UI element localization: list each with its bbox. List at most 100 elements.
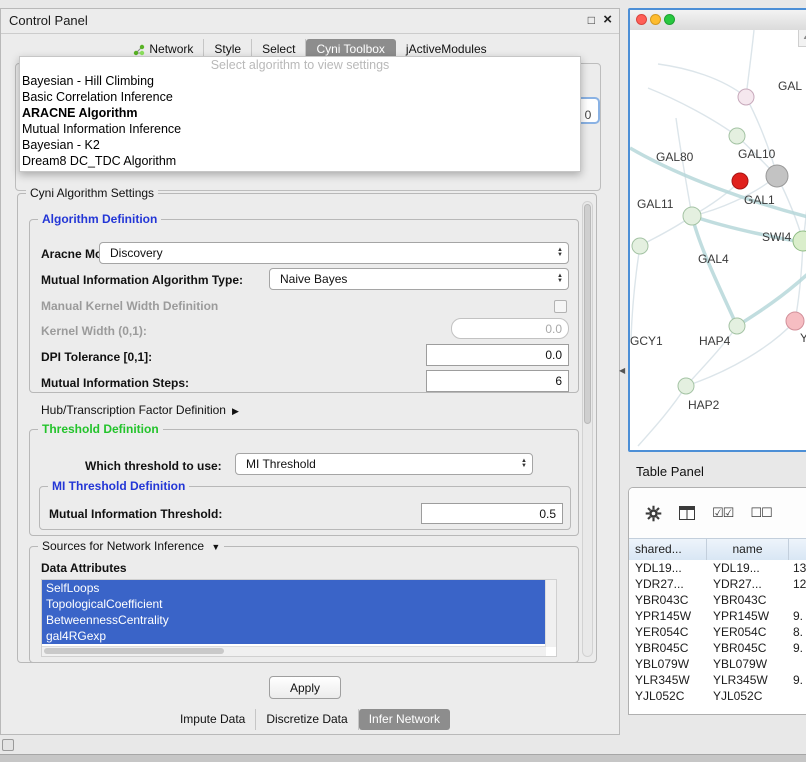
network-view-window: GALGAL80GAL10GAL11GAL1SWI4GAL4GCY1HAP4YH… [628, 8, 806, 452]
network-scrollbar-corner[interactable]: ▲ [798, 30, 806, 47]
table-cell: YPR145W [629, 608, 707, 624]
node-label: GAL11 [637, 197, 674, 211]
column-header[interactable]: shared... [629, 539, 707, 561]
network-node[interactable] [766, 165, 788, 187]
column-header[interactable] [789, 539, 806, 561]
table-cell: YBR043C [629, 592, 707, 608]
table-row[interactable]: YDL19...YDL19...13 [629, 560, 806, 576]
table-cell: YBR043C [707, 592, 789, 608]
mi-type-select[interactable]: Naive Bayes ▲▼ [269, 268, 569, 290]
mi-steps-label: Mutual Information Steps: [41, 376, 189, 391]
table-cell [789, 592, 806, 608]
dpi-tolerance-value: 0.0 [545, 348, 562, 362]
desktop: Control Panel □ × NetworkStyleSelectCyni… [0, 0, 806, 762]
data-attribute-item[interactable]: gal4RGexp [42, 628, 546, 644]
network-node-labels: GALGAL80GAL10GAL11GAL1SWI4GAL4GCY1HAP4YH… [630, 79, 806, 412]
algorithm-option[interactable]: Basic Correlation Inference [20, 89, 580, 105]
algorithm-option[interactable]: Bayesian - Hill Climbing [20, 73, 580, 89]
table-cell: YBL079W [629, 656, 707, 672]
data-attribute-item[interactable]: BetweennessCentrality [42, 612, 546, 628]
manual-kernel-checkbox[interactable] [554, 300, 567, 313]
select-all-checks-icon[interactable]: ☑☑ [712, 505, 733, 521]
attributes-hscroll-thumb[interactable] [44, 648, 224, 654]
table-row[interactable]: YER054CYER054C8. [629, 624, 806, 640]
table-row[interactable]: YBR045CYBR045C9. [629, 640, 806, 656]
bottom-tab-impute-data[interactable]: Impute Data [170, 709, 256, 730]
data-attributes-label: Data Attributes [41, 561, 127, 576]
data-attribute-item[interactable]: TopologicalCoefficient [42, 596, 546, 612]
network-node[interactable] [729, 128, 745, 144]
table-row[interactable]: YJL052CYJL052C [629, 688, 806, 704]
aracne-mode-select[interactable]: Discovery ▲▼ [99, 242, 569, 264]
mi-type-value: Naive Bayes [280, 272, 347, 286]
columns-icon[interactable] [679, 506, 695, 520]
network-canvas[interactable]: GALGAL80GAL10GAL11GAL1SWI4GAL4GCY1HAP4YH… [630, 30, 806, 450]
algorithm-option[interactable]: ARACNE Algorithm [20, 105, 580, 121]
manual-kernel-label: Manual Kernel Width Definition [41, 299, 218, 314]
table-cell: YBR045C [707, 640, 789, 656]
network-node[interactable] [729, 318, 745, 334]
clear-all-checks-icon[interactable]: ☐☐ [750, 505, 771, 521]
network-node[interactable] [632, 238, 648, 254]
mi-threshold-field[interactable]: 0.5 [421, 503, 563, 524]
table-cell: 8. [789, 624, 806, 640]
network-node[interactable] [683, 207, 701, 225]
aracne-mode-value: Discovery [110, 246, 163, 260]
float-window-icon[interactable]: □ [588, 13, 595, 27]
minimize-traffic-light[interactable] [650, 14, 661, 25]
column-header[interactable]: name [707, 539, 789, 561]
table-cell: YBR045C [629, 640, 707, 656]
table-cell [789, 688, 806, 704]
table-row[interactable]: YPR145WYPR145W9. [629, 608, 806, 624]
data-attribute-item[interactable]: SelfLoops [42, 580, 546, 596]
splitter-collapse-icon[interactable]: ◀ [619, 366, 625, 375]
dpi-tolerance-field[interactable]: 0.0 [426, 344, 569, 366]
dpi-tolerance-label: DPI Tolerance [0,1]: [41, 350, 152, 365]
algorithm-option[interactable]: Dream8 DC_TDC Algorithm [20, 153, 580, 169]
network-node[interactable] [793, 231, 806, 251]
table-panel-window: ☑☑ ☐☐ shared...name YDL19...YDL19...13YD… [628, 487, 806, 715]
zoom-traffic-light[interactable] [664, 14, 675, 25]
cyni-settings-legend: Cyni Algorithm Settings [26, 186, 158, 201]
node-label: HAP4 [699, 334, 731, 348]
tab-label: Infer Network [369, 709, 440, 730]
collapsed-arrow-icon: ▶ [232, 406, 239, 416]
settings-scrollbar[interactable] [582, 201, 593, 657]
network-node[interactable] [732, 173, 748, 189]
settings-scrollbar-thumb[interactable] [584, 204, 591, 424]
bottom-tab-infer-network[interactable]: Infer Network [359, 709, 450, 730]
attributes-vertical-scrollbar[interactable] [545, 580, 556, 647]
control-panel-window: Control Panel □ × NetworkStyleSelectCyni… [0, 8, 620, 735]
bottom-tab-discretize-data[interactable]: Discretize Data [256, 709, 358, 730]
close-traffic-light[interactable] [636, 14, 647, 25]
minimized-panel-icon[interactable] [2, 739, 14, 751]
network-node[interactable] [738, 89, 754, 105]
apply-button[interactable]: Apply [269, 676, 341, 699]
threshold-definition-legend: Threshold Definition [38, 422, 163, 437]
algorithm-option[interactable]: Bayesian - K2 [20, 137, 580, 153]
network-node[interactable] [786, 312, 804, 330]
table-panel-title: Table Panel [636, 464, 704, 479]
tab-label: Discretize Data [266, 709, 347, 730]
table-row[interactable]: YBL079WYBL079W [629, 656, 806, 672]
kernel-width-field[interactable]: 0.0 [451, 318, 569, 339]
table-row[interactable]: YLR345WYLR345W9. [629, 672, 806, 688]
gear-icon[interactable] [645, 505, 662, 522]
sources-legend[interactable]: Sources for Network Inference ▼ [38, 539, 224, 555]
table-cell: YDL19... [629, 560, 707, 576]
close-window-icon[interactable]: × [603, 11, 612, 28]
table-cell: YDR27... [707, 576, 789, 592]
algorithm-option[interactable]: Mutual Information Inference [20, 121, 580, 137]
hub-section-toggle[interactable]: Hub/Transcription Factor Definition ▶ [41, 403, 239, 419]
hub-section-label: Hub/Transcription Factor Definition [41, 403, 226, 417]
which-threshold-select[interactable]: MI Threshold ▲▼ [235, 453, 533, 475]
attributes-horizontal-scrollbar[interactable] [42, 646, 546, 656]
node-label: GAL4 [698, 252, 729, 266]
table-row[interactable]: YDR27...YDR27...12 [629, 576, 806, 592]
mi-steps-field[interactable]: 6 [426, 370, 569, 392]
node-label: GAL1 [744, 193, 775, 207]
network-graph[interactable]: GALGAL80GAL10GAL11GAL1SWI4GAL4GCY1HAP4YH… [630, 30, 806, 450]
algorithm-definition-legend: Algorithm Definition [38, 212, 161, 227]
network-node[interactable] [678, 378, 694, 394]
table-row[interactable]: YBR043CYBR043C [629, 592, 806, 608]
